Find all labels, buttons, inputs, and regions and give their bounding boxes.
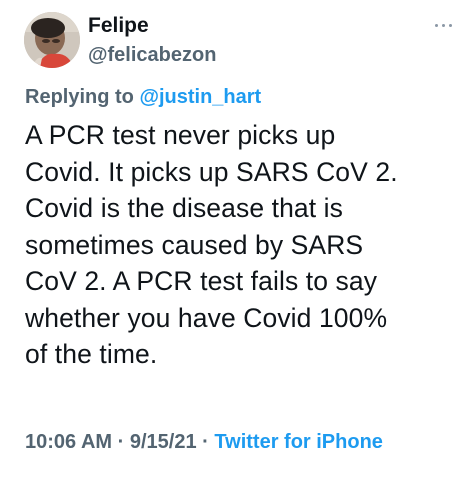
metadata-separator: · [202, 431, 209, 453]
tweet-text-line: CoV 2. A PCR test fails to say [25, 266, 378, 296]
more-icon-dot [449, 24, 452, 27]
avatar-photo [24, 12, 80, 68]
metadata-separator: · [117, 431, 125, 453]
reply-mention-link[interactable]: @justin_hart [139, 86, 261, 108]
reply-context-prefix: Replying to [25, 86, 134, 108]
tweet-metadata: 10:06 AM · 9/15/21 · Twitter for iPhone [25, 427, 455, 457]
avatar[interactable] [24, 12, 80, 68]
tweet-text-line: of the time. [25, 339, 158, 369]
reply-context: Replying to @justin_hart [25, 84, 261, 110]
tweet-text-line: sometimes caused by SARS [25, 229, 364, 260]
more-icon-dot [435, 24, 438, 27]
tweet-date-link[interactable]: 9/15/21 [130, 431, 197, 453]
tweet-timestamp-link[interactable]: 10:06 AM [25, 431, 112, 453]
tweet-source-link[interactable]: Twitter for iPhone [214, 431, 383, 453]
author-handle[interactable]: @felicabezon [88, 42, 216, 68]
tweet-text: A PCR test never picks up Covid. It pick… [25, 117, 465, 373]
tweet-text-line: whether you have Covid 100% [25, 302, 388, 333]
more-icon-dot [442, 24, 445, 27]
tweet-text-line: Covid. It picks up SARS CoV 2. [25, 156, 398, 187]
tweet-text-line: A PCR test never picks up [25, 120, 336, 150]
tweet-text-line: Covid is the disease that is [25, 193, 344, 223]
author-display-name[interactable]: Felipe [88, 13, 149, 39]
tweet-card: Felipe @felicabezon Replying to @justin_… [0, 0, 473, 500]
more-horizontal-icon[interactable] [432, 20, 456, 30]
